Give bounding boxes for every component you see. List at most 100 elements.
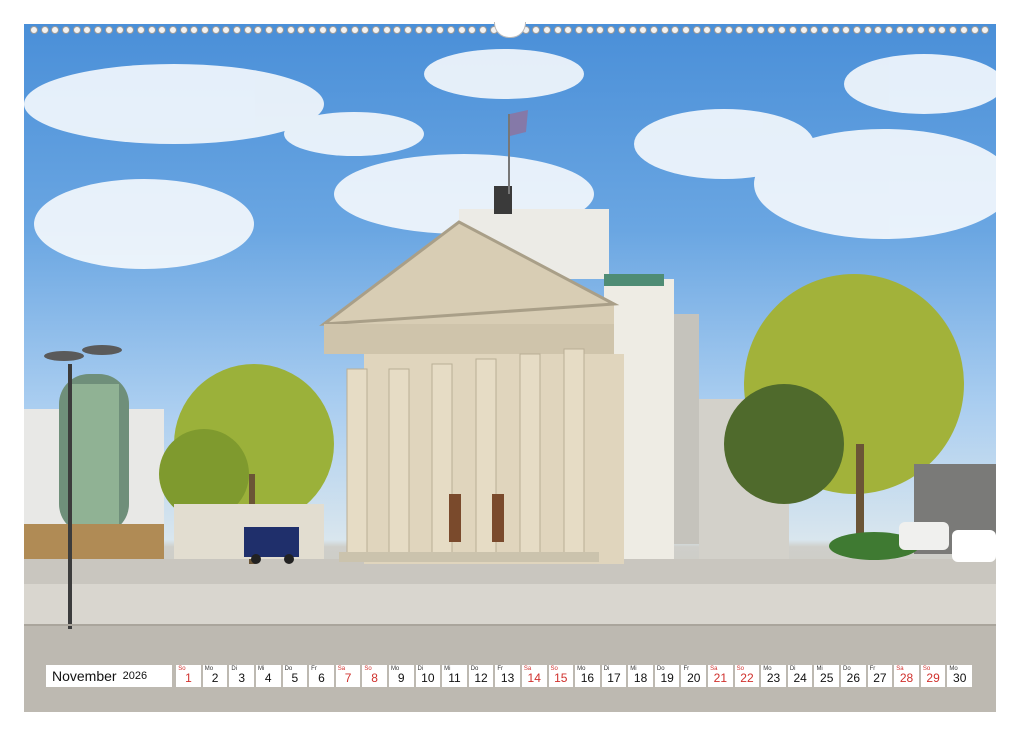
binding-hole [83,26,92,34]
binding-hole [788,26,797,34]
day-cell: Mo 9 [388,665,414,687]
day-number: 19 [660,671,674,685]
day-cell: Sa 14 [521,665,547,687]
binding-hole [40,26,49,34]
binding-hole [778,26,787,34]
binding-hole [222,26,231,34]
binding-hole [863,26,872,34]
day-cell: Mo 2 [202,665,228,687]
binding-hole [393,26,402,34]
day-number: 23 [766,671,781,685]
day-cell: Fr 27 [867,665,893,687]
day-cell: Mo 23 [761,665,786,687]
day-number: 10 [421,671,435,685]
binding-hole [329,26,338,34]
binding-hole [628,26,637,34]
binding-hole [895,26,904,34]
binding-hole [906,26,915,34]
day-cell: Mo 30 [947,665,972,687]
binding-hole [350,26,359,34]
day-number: 21 [713,671,728,685]
binding-hole [575,26,584,34]
day-cell: Mi 11 [442,665,467,687]
binding-hole [126,26,135,34]
day-number: 11 [448,671,461,685]
binding-hole [607,26,616,34]
day-cell: Sa 7 [335,665,361,687]
binding-hole [339,26,348,34]
day-cell: Mi 4 [255,665,281,687]
day-number: 25 [820,671,834,685]
binding-hole [532,26,541,34]
binding-hole [468,26,477,34]
binding-hole [767,26,776,34]
binding-hole [115,26,124,34]
binding-hole [810,26,819,34]
day-cell: Do 12 [468,665,494,687]
binding-hole [265,26,274,34]
binding-hole [168,26,177,34]
binding-hole [927,26,936,34]
year-label: 2026 [122,670,148,682]
day-number: 29 [926,671,940,685]
binding-hole [136,26,145,34]
day-number: 13 [500,671,515,685]
day-cell: Di 17 [601,665,627,687]
day-number: 17 [607,671,621,685]
day-number: 24 [793,671,807,685]
binding-hole [970,26,979,34]
day-cell: So 29 [920,665,946,687]
day-number: 27 [873,671,887,685]
binding-hole [275,26,284,34]
binding-hole [414,26,423,34]
day-cell: Fr 13 [495,665,520,687]
day-number: 8 [371,671,378,685]
binding-hole [852,26,861,34]
binding-hole [831,26,840,34]
binding-hole [735,26,744,34]
day-cell: So 22 [734,665,760,687]
binding-hole [553,26,562,34]
binding-hole [617,26,626,34]
binding-hole [211,26,220,34]
day-cell: So 1 [176,665,201,687]
day-number: 22 [740,671,754,685]
day-cell: So 8 [362,665,387,687]
day-number: 15 [554,671,568,685]
month-name: November [52,668,117,684]
day-number: 3 [238,671,246,685]
binding-hole [404,26,413,34]
day-number: 9 [397,671,405,685]
day-cell: Do 26 [841,665,866,687]
binding-hole [756,26,765,34]
day-number: 1 [185,671,192,685]
calendar-bar: November 2026 So 1 Mo 2 Di 3 Mi 4 Do 5 Fr 6 Sa 7 So 8 Mo… [46,664,972,688]
day-cell: Di 24 [787,665,813,687]
binding-hole [842,26,851,34]
day-list: So 1 Mo 2 Di 3 Mi 4 Do 5 Fr 6 Sa 7 So 8 Mo 9 Di 10 Mi 11 Do 12 F… [176,665,972,687]
binding-hole [714,26,722,34]
day-cell: Di 10 [415,665,441,687]
day-number: 12 [474,671,488,685]
day-number: 5 [291,671,299,685]
binding-hole [885,26,893,34]
binding-hole [297,26,306,34]
day-number: 2 [211,671,219,685]
binding-hole [746,26,755,34]
binding-hole [372,26,380,34]
binding-hole [981,26,990,34]
day-number: 30 [953,671,967,685]
binding-hole [307,26,316,34]
binding-hole [446,26,455,34]
day-cell: Mi 25 [814,665,840,687]
binding-hole [243,26,252,34]
binding-hole [51,26,60,34]
binding-hole [179,26,188,34]
binding-hole [147,26,156,34]
binding-hole [564,26,573,34]
binding-hole [820,26,829,34]
day-cell: So 15 [548,665,574,687]
day-number: 4 [264,671,272,685]
day-number: 28 [899,671,914,685]
binding-hole [949,26,958,34]
